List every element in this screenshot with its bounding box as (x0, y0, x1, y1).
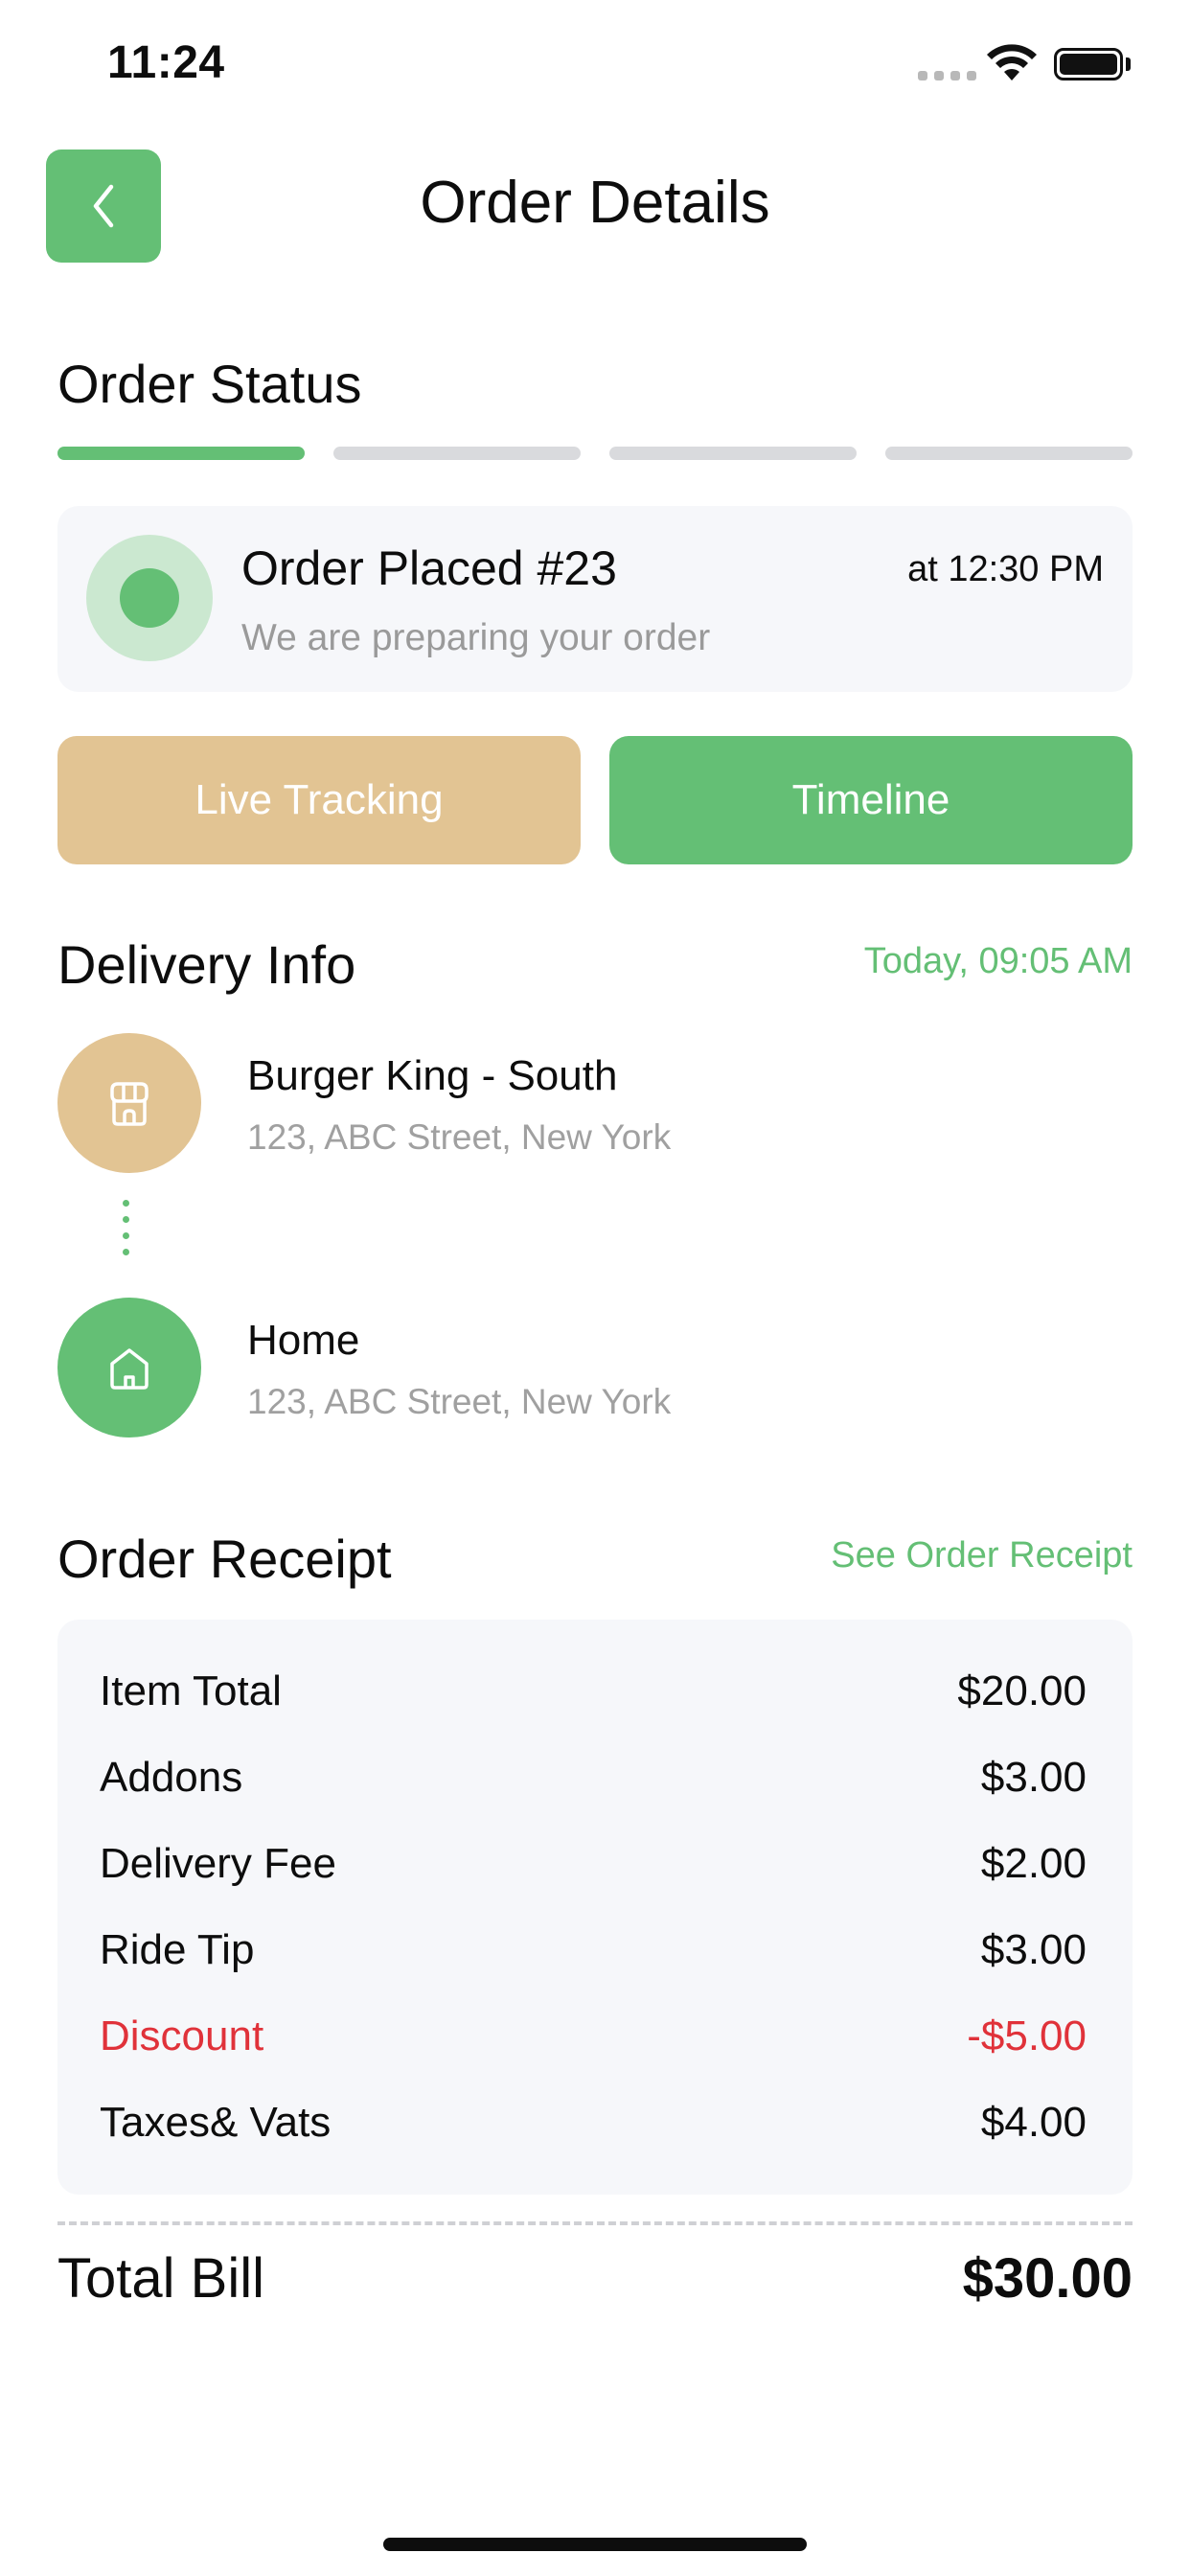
receipt-row-label: Discount (100, 2012, 264, 2059)
see-order-receipt-link[interactable]: See Order Receipt (831, 1535, 1133, 1576)
receipt-row-value: $20.00 (957, 1668, 1087, 1714)
home-indicator[interactable] (383, 2538, 807, 2551)
battery-icon (1054, 48, 1123, 80)
receipt-row-value: -$5.00 (967, 2012, 1087, 2059)
order-progress-bar (57, 447, 1133, 460)
order-subtitle: We are preparing your order (241, 617, 711, 658)
page-title: Order Details (420, 170, 770, 236)
receipt-row-value: $3.00 (980, 1754, 1087, 1801)
pickup-address: 123, ABC Street, New York (247, 1117, 672, 1157)
receipt-row: Delivery Fee $2.00 (100, 1840, 1087, 1888)
order-status-card: Order Placed #23 We are preparing your o… (57, 506, 1133, 692)
receipt-row-discount: Discount -$5.00 (100, 2012, 1087, 2060)
total-bill-value: $30.00 (962, 2247, 1133, 2310)
order-time: at 12:30 PM (907, 549, 1104, 589)
live-tracking-button[interactable]: Live Tracking (57, 736, 581, 864)
receipt-row-label: Addons (100, 1754, 243, 1801)
timeline-button[interactable]: Timeline (609, 736, 1133, 864)
status-time: 11:24 (107, 37, 225, 88)
receipt-row-value: $3.00 (980, 1926, 1087, 1973)
receipt-row: Addons $3.00 (100, 1754, 1087, 1802)
order-status-title: Order Status (57, 354, 362, 414)
battery-tip (1126, 58, 1131, 71)
receipt-row-label: Item Total (100, 1668, 282, 1714)
delivery-time: Today, 09:05 AM (863, 941, 1133, 981)
receipt-divider (57, 2221, 1133, 2225)
order-receipt-title: Order Receipt (57, 1529, 392, 1589)
store-icon (57, 1033, 201, 1173)
dropoff-address: 123, ABC Street, New York (247, 1382, 672, 1421)
receipt-row: Taxes& Vats $4.00 (100, 2099, 1087, 2147)
status-indicator-icon (86, 535, 213, 661)
receipt-row-label: Taxes& Vats (100, 2099, 332, 2146)
pickup-name: Burger King - South (247, 1052, 618, 1099)
total-bill-label: Total Bill (57, 2247, 264, 2310)
receipt-row: Ride Tip $3.00 (100, 1926, 1087, 1974)
home-icon (57, 1298, 201, 1438)
dropoff-name: Home (247, 1317, 360, 1364)
receipt-row-label: Delivery Fee (100, 1840, 336, 1887)
receipt-row-value: $4.00 (980, 2099, 1087, 2146)
order-title: Order Placed #23 (241, 541, 617, 595)
delivery-info-title: Delivery Info (57, 934, 356, 995)
route-connector (123, 1200, 130, 1255)
progress-step-2 (333, 447, 581, 460)
progress-step-1 (57, 447, 305, 460)
cellular-signal-icon (918, 71, 976, 80)
receipt-card: Item Total $20.00 Addons $3.00 Delivery … (57, 1620, 1133, 2195)
progress-step-3 (609, 447, 857, 460)
receipt-row: Item Total $20.00 (100, 1668, 1087, 1715)
receipt-row-label: Ride Tip (100, 1926, 255, 1973)
wifi-icon (987, 44, 1037, 80)
receipt-row-value: $2.00 (980, 1840, 1087, 1887)
progress-step-4 (885, 447, 1133, 460)
